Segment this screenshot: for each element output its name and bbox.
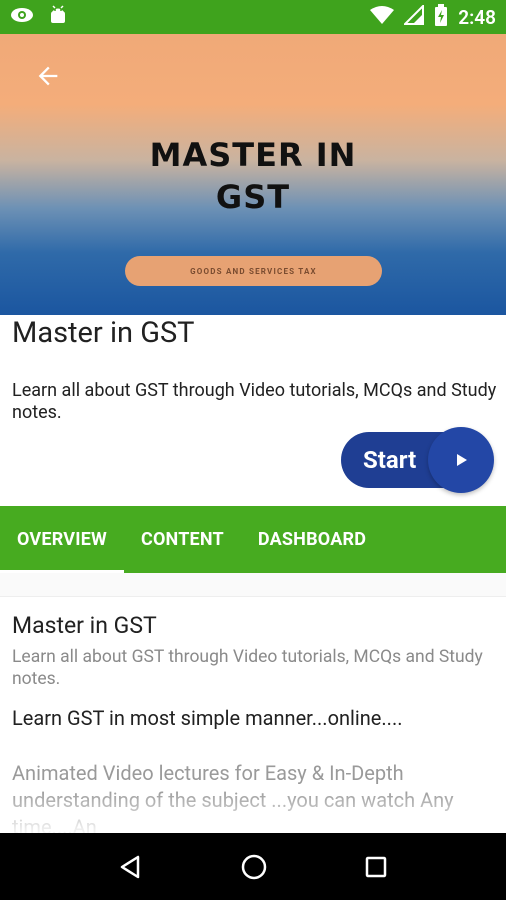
status-bar: 2:48 [0,0,506,34]
back-nav-icon[interactable] [118,854,144,880]
banner-title: MASTER IN GST [0,134,506,218]
play-icon[interactable] [428,427,494,493]
tab-overview[interactable]: OVERVIEW [0,506,124,573]
course-banner: MASTER IN GST GOODS AND SERVICES TAX [0,34,506,315]
signal-icon [402,3,425,30]
android-icon [48,5,68,29]
overview-tagline: Learn GST in most simple manner...online… [12,706,403,730]
eye-icon [10,6,34,28]
content-fade [0,790,506,833]
recents-nav-icon[interactable] [364,855,388,879]
overview-description: Learn all about GST through Video tutori… [12,647,483,689]
tab-dashboard[interactable]: DASHBOARD [241,506,383,573]
banner-title-line2: GST [215,178,291,216]
tab-bar: OVERVIEW CONTENT DASHBOARD [0,506,506,573]
home-nav-icon[interactable] [240,853,268,881]
system-nav-bar [0,833,506,900]
course-title: Master in GST [12,316,195,350]
banner-title-line1: MASTER IN [149,136,357,174]
back-arrow-icon[interactable] [34,62,66,94]
banner-subtitle-pill: GOODS AND SERVICES TAX [125,256,382,286]
wifi-icon [370,5,395,30]
course-description: Learn all about GST through Video tutori… [12,380,497,423]
start-button-label: Start [363,446,417,474]
tab-content[interactable]: CONTENT [124,506,241,573]
overview-title: Master in GST [12,612,157,639]
battery-icon [434,3,448,31]
clock-time: 2:48 [458,5,496,29]
